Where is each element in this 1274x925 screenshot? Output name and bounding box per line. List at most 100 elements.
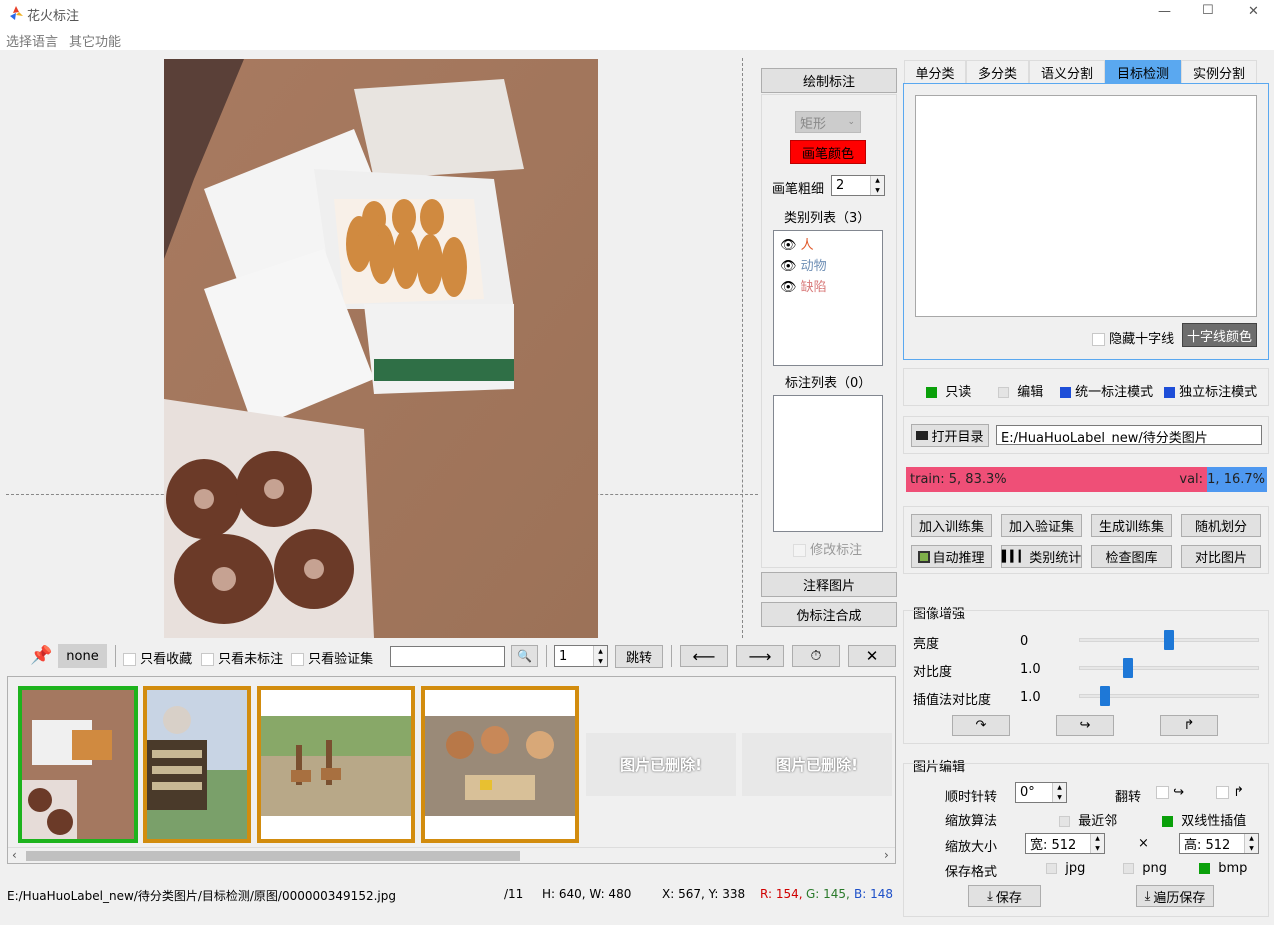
bmp-option[interactable]: bmp (1199, 861, 1247, 876)
crosshair-color-button[interactable]: 十字线颜色 (1182, 323, 1257, 347)
chevron-down-icon: ⌄ (847, 117, 855, 127)
rotate-cw-icon: ↷ (975, 718, 987, 733)
auto-infer-button[interactable]: 自动推理 (911, 545, 992, 568)
flip-horizontal-checkbox[interactable]: ↪ (1156, 785, 1184, 800)
width-value: 宽: 512 (1030, 838, 1077, 853)
modify-anno-checkbox[interactable]: 修改标注 (793, 539, 862, 558)
eye-icon[interactable]: 👁 (780, 259, 797, 274)
note-image-button[interactable]: 注释图片 (761, 572, 897, 597)
none-button[interactable]: none (58, 644, 107, 668)
val-filter-checkbox[interactable]: 只看验证集 (291, 648, 373, 667)
tab-detection[interactable]: 目标检测 (1105, 60, 1181, 84)
tab-semantic[interactable]: 语义分割 (1029, 60, 1105, 84)
mode-edit[interactable]: 编辑 (998, 381, 1043, 400)
pen-width-stepper[interactable]: 2 ▲ ▼ (831, 175, 885, 196)
rotate-reset-button[interactable]: ↪ (1056, 715, 1114, 736)
dir-path-input[interactable]: E:/HuaHuoLabel_new/待分类图片 (996, 425, 1262, 445)
maximize-button[interactable]: ☐ (1202, 3, 1214, 18)
times-sign: × (1138, 836, 1149, 851)
pin-icon[interactable]: 📌 (30, 645, 52, 666)
fav-filter-checkbox[interactable]: 只看收藏 (123, 648, 192, 667)
detection-preview (915, 95, 1257, 317)
brightness-label: 亮度 (913, 637, 940, 652)
png-option[interactable]: png (1123, 861, 1167, 876)
status-coord: X: 567, Y: 338 (662, 887, 746, 901)
height-stepper[interactable]: 高: 512 ▲ ▼ (1179, 833, 1259, 854)
rotate-value: 0° (1020, 785, 1035, 800)
jpg-option[interactable]: jpg (1046, 861, 1085, 876)
image-canvas[interactable] (4, 56, 758, 640)
search-button[interactable]: 🔍 (511, 645, 538, 667)
draw-title-button[interactable]: 绘制标注 (761, 68, 897, 93)
menu-other[interactable]: 其它功能 (69, 31, 121, 50)
unlabeled-filter-checkbox[interactable]: 只看未标注 (201, 648, 283, 667)
thumbnail-item[interactable] (421, 686, 579, 843)
nearest-option[interactable]: 最近邻 (1059, 810, 1117, 829)
menu-bar: 选择语言 其它功能 (0, 28, 1274, 50)
rotate-ccw-button[interactable]: ↱ (1160, 715, 1218, 736)
page-stepper[interactable]: 1 ▲ ▼ (554, 645, 608, 667)
next-button[interactable]: ⟶ (736, 645, 784, 667)
bilinear-option[interactable]: 双线性插值 (1162, 810, 1246, 829)
class-list[interactable]: 👁 人 👁 动物 👁 缺陷 (773, 230, 883, 366)
delete-button[interactable]: ✕ (848, 645, 896, 667)
close-icon: ✕ (865, 647, 879, 665)
timer-button[interactable]: ⏱ (792, 645, 840, 667)
tab-multi[interactable]: 多分类 (966, 60, 1029, 84)
brightness-handle[interactable] (1164, 630, 1174, 650)
interp-handle[interactable] (1100, 686, 1110, 706)
flip-vertical-checkbox[interactable]: ↱ (1216, 785, 1244, 800)
minimize-button[interactable]: — (1158, 4, 1171, 19)
open-dir-button[interactable]: 打开目录 (911, 424, 989, 447)
thumbnail-strip: 图片已删除! 图片已删除! ‹ › (7, 676, 896, 864)
mode-readonly[interactable]: 只读 (926, 381, 971, 400)
rotate-label: 顺时针转 (945, 790, 998, 805)
jump-button[interactable]: 跳转 (615, 645, 663, 668)
mode-independent[interactable]: 独立标注模式 (1164, 381, 1257, 400)
eye-icon[interactable]: 👁 (780, 280, 797, 295)
interp-label: 插值法对比度 (913, 693, 992, 708)
contrast-slider[interactable] (1079, 666, 1259, 670)
mode-unified[interactable]: 统一标注模式 (1060, 381, 1153, 400)
check-gallery-button[interactable]: 检查图库 (1091, 545, 1172, 568)
scroll-right-icon[interactable]: › (884, 848, 889, 862)
shape-select[interactable]: 矩形 ⌄ (795, 111, 861, 133)
scrollbar-thumb[interactable] (26, 851, 520, 861)
toolbar-divider (671, 645, 672, 667)
class-item[interactable]: 👁 缺陷 (780, 276, 827, 295)
tab-single[interactable]: 单分类 (904, 60, 966, 84)
contrast-handle[interactable] (1123, 658, 1133, 678)
menu-language[interactable]: 选择语言 (6, 31, 58, 50)
horizontal-scrollbar[interactable]: ‹ › (8, 847, 895, 863)
tab-instance[interactable]: 实例分割 (1181, 60, 1257, 84)
width-stepper[interactable]: 宽: 512 ▲ ▼ (1025, 833, 1105, 854)
class-stats-button[interactable]: ▌▍▎ 类别统计 (1001, 545, 1082, 568)
pen-width-label: 画笔粗细 (772, 182, 825, 197)
batch-save-button[interactable]: ⤓ 遍历保存 (1136, 885, 1214, 907)
scroll-left-icon[interactable]: ‹ (12, 848, 17, 862)
thumbnail-item[interactable] (257, 686, 415, 843)
anno-list[interactable] (773, 395, 883, 532)
random-split-button[interactable]: 随机划分 (1181, 514, 1261, 537)
thumbnail-item[interactable] (143, 686, 251, 843)
eye-icon[interactable]: 👁 (780, 238, 797, 253)
pseudo-merge-button[interactable]: 伪标注合成 (761, 602, 897, 627)
search-input[interactable] (390, 646, 505, 667)
class-item[interactable]: 👁 人 (780, 234, 814, 253)
add-train-button[interactable]: 加入训练集 (911, 514, 992, 537)
gen-train-button[interactable]: 生成训练集 (1091, 514, 1172, 537)
close-button[interactable]: ✕ (1248, 4, 1259, 19)
rotate-stepper[interactable]: 0° ▲ ▼ (1015, 782, 1067, 803)
class-item[interactable]: 👁 动物 (780, 255, 827, 274)
add-val-button[interactable]: 加入验证集 (1001, 514, 1082, 537)
pen-color-button[interactable]: 画笔颜色 (790, 140, 866, 164)
thumbnail-item[interactable] (18, 686, 138, 843)
status-size: H: 640, W: 480 (542, 887, 632, 901)
prev-button[interactable]: ⟵ (680, 645, 728, 667)
rotate-cw-button[interactable]: ↷ (952, 715, 1010, 736)
compare-button[interactable]: 对比图片 (1181, 545, 1261, 568)
height-value: 高: 512 (1184, 838, 1231, 853)
hide-crosshair-checkbox[interactable]: 隐藏十字线 (1092, 328, 1174, 347)
main-image (164, 59, 598, 638)
save-button[interactable]: ⤓ 保存 (968, 885, 1041, 907)
